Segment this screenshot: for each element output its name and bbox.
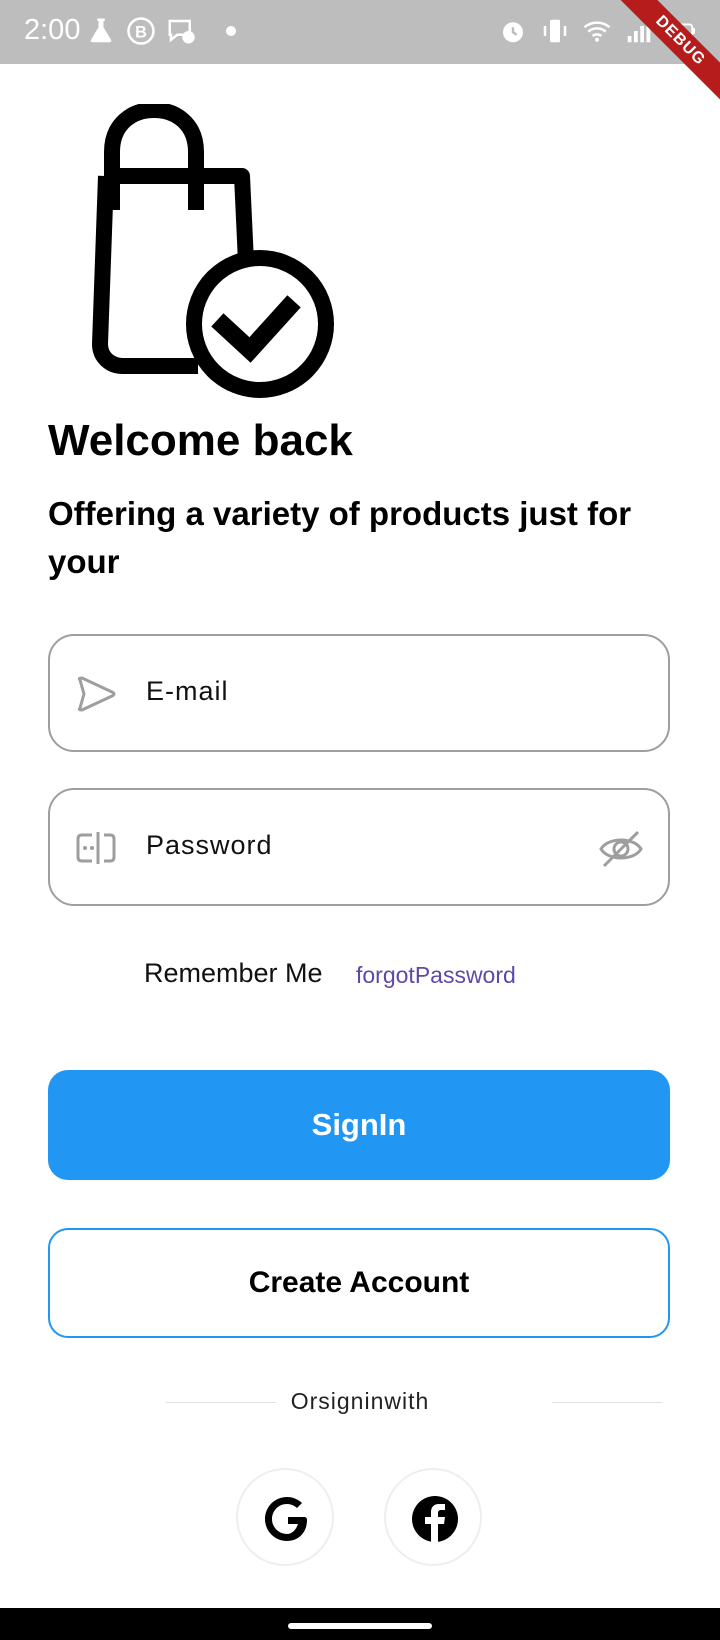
welcome-subtitle: Offering a variety of products just for …	[48, 495, 632, 580]
shopping-bag-check-icon	[92, 104, 334, 398]
remember-me-label[interactable]: Remember Me	[144, 958, 323, 989]
email-field[interactable]: E-mail	[48, 634, 670, 752]
password-input-icon	[76, 832, 116, 864]
svg-text:B: B	[135, 23, 147, 41]
flask-icon	[90, 18, 112, 43]
password-field[interactable]: Password	[48, 788, 670, 906]
status-bar: 2:00 B 4	[0, 0, 720, 64]
facebook-icon	[412, 1496, 458, 1542]
send-icon	[77, 676, 116, 712]
b-badge-icon: B	[127, 17, 155, 45]
alarm-icon	[503, 22, 523, 43]
facebook-signin-button[interactable]	[384, 1468, 482, 1566]
visibility-off-icon[interactable]	[598, 826, 644, 872]
password-placeholder: Password	[146, 830, 273, 860]
status-time: 2:00	[24, 14, 81, 46]
divider-right	[552, 1402, 662, 1403]
messenger-icon	[168, 19, 195, 44]
google-icon	[265, 1497, 307, 1541]
google-signin-button[interactable]	[236, 1468, 334, 1566]
signin-button[interactable]: SignIn	[48, 1070, 670, 1180]
forgot-password-link[interactable]: forgotPassword	[356, 962, 516, 989]
notification-dot-icon	[226, 26, 236, 36]
create-account-button[interactable]: Create Account	[48, 1228, 670, 1338]
vibrate-icon	[543, 19, 567, 43]
email-placeholder: E-mail	[146, 676, 229, 706]
home-gesture-handle[interactable]	[288, 1623, 432, 1629]
status-icons-left: B	[86, 16, 236, 46]
welcome-title: Welcome back	[48, 416, 353, 465]
wifi-icon	[583, 21, 611, 42]
